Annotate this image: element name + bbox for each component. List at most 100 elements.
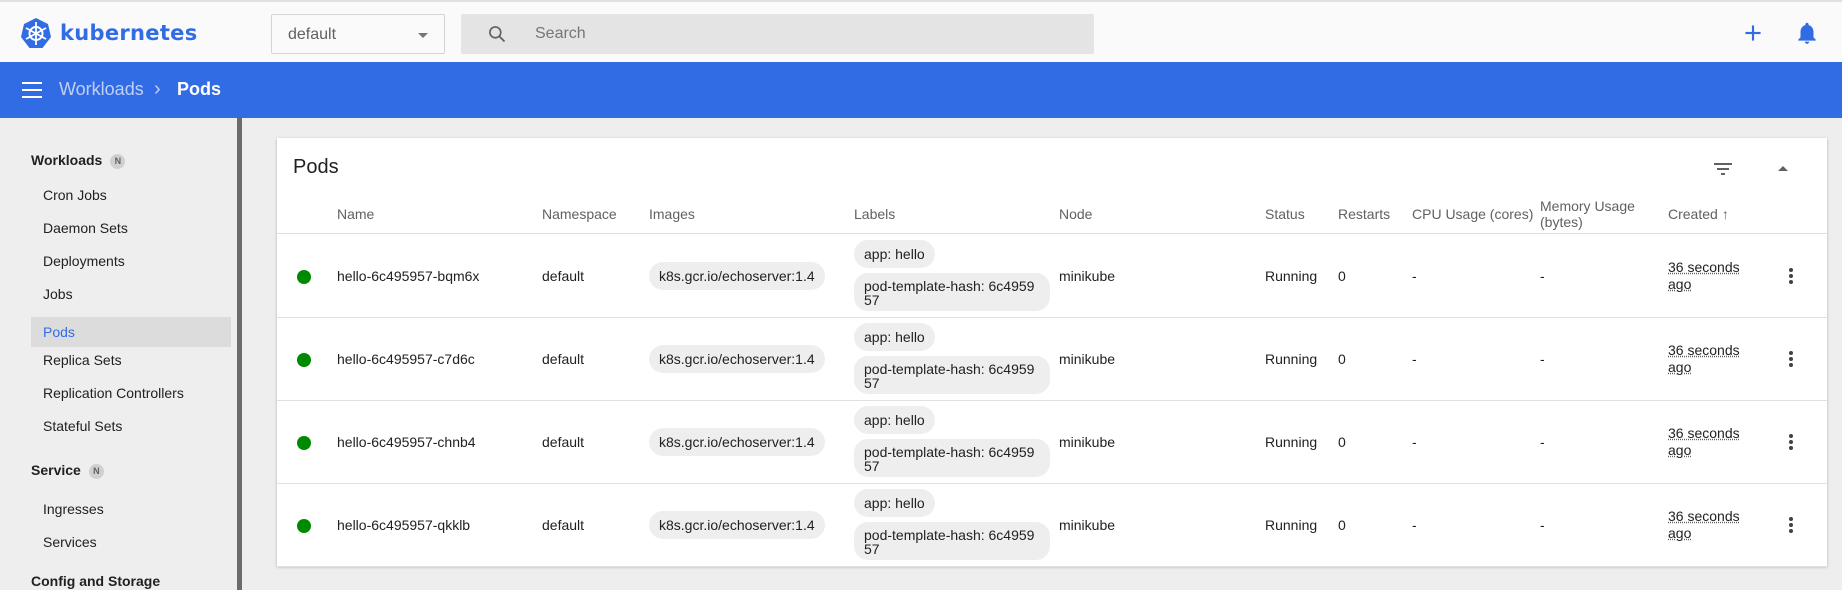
- image-chip: k8s.gcr.io/echoserver:1.4: [649, 511, 825, 539]
- pod-namespace: default: [542, 268, 585, 284]
- column-header-status: Status: [1265, 206, 1305, 222]
- add-icon[interactable]: [1740, 20, 1766, 46]
- pod-created: 36 seconds ago: [1668, 259, 1740, 293]
- table-row: hello-6c495957-chnb4 default k8s.gcr.io/…: [277, 401, 1827, 484]
- column-header-restarts: Restarts: [1338, 206, 1391, 222]
- pod-created-line1: 36 seconds: [1668, 508, 1740, 524]
- pod-created: 36 seconds ago: [1668, 508, 1740, 542]
- image-chip: k8s.gcr.io/echoserver:1.4: [649, 262, 825, 290]
- pod-name-link[interactable]: hello-6c495957-bqm6x: [337, 268, 479, 284]
- more-vert-icon[interactable]: [1781, 266, 1801, 286]
- label-chip: pod-template-hash: 6c4959 57: [854, 522, 1050, 560]
- more-vert-icon[interactable]: [1781, 432, 1801, 452]
- nav-bar: Workloads › Pods: [0, 62, 1842, 118]
- kubernetes-logo[interactable]: kubernetes: [20, 17, 198, 49]
- top-bar: kubernetes default: [0, 0, 1842, 62]
- pod-memory: -: [1540, 517, 1545, 533]
- sidebar: Workloads N Cron Jobs Daemon Sets Deploym…: [0, 118, 240, 590]
- pod-name-link[interactable]: hello-6c495957-c7d6c: [337, 351, 475, 367]
- brand-name: kubernetes: [60, 21, 198, 45]
- sidebar-item-daemon-sets[interactable]: Daemon Sets: [31, 213, 231, 243]
- breadcrumb-workloads[interactable]: Workloads: [59, 79, 144, 100]
- pod-cpu: -: [1412, 268, 1417, 284]
- pod-created: 36 seconds ago: [1668, 342, 1740, 376]
- search-input[interactable]: [535, 14, 1075, 54]
- image-chip: k8s.gcr.io/echoserver:1.4: [649, 428, 825, 456]
- kubernetes-helm-icon: [21, 18, 51, 48]
- pod-cpu: -: [1412, 517, 1417, 533]
- column-header-created[interactable]: Created ↑: [1668, 206, 1729, 222]
- pod-node: minikube: [1059, 268, 1116, 284]
- table-header: Name Namespace Images Labels Node Status…: [277, 194, 1827, 234]
- label-chip: app: hello: [854, 240, 935, 268]
- bell-icon[interactable]: [1794, 20, 1820, 46]
- label-chip-line2: 57: [864, 292, 880, 308]
- running-status-icon: [297, 353, 311, 367]
- column-header-labels: Labels: [854, 206, 896, 222]
- sidebar-scrollbar[interactable]: [237, 118, 242, 590]
- pod-node: minikube: [1059, 517, 1116, 533]
- namespaced-badge: N: [110, 153, 126, 169]
- sidebar-item-stateful-sets[interactable]: Stateful Sets: [31, 411, 231, 441]
- pod-created-line2: ago: [1668, 525, 1692, 541]
- pod-created-line1: 36 seconds: [1668, 259, 1740, 275]
- more-vert-icon[interactable]: [1781, 349, 1801, 369]
- pod-cpu: -: [1412, 434, 1417, 450]
- table-row: hello-6c495957-bqm6x default k8s.gcr.io/…: [277, 235, 1827, 318]
- pod-restarts: 0: [1338, 268, 1346, 284]
- pod-restarts: 0: [1338, 351, 1346, 367]
- sidebar-section-label: Workloads: [31, 152, 103, 168]
- sidebar-item-jobs[interactable]: Jobs: [31, 279, 231, 309]
- chevron-down-icon: [418, 33, 428, 38]
- column-header-images: Images: [649, 206, 695, 222]
- sidebar-item-deployments[interactable]: Deployments: [31, 246, 231, 276]
- more-vert-icon[interactable]: [1781, 515, 1801, 535]
- sidebar-item-cron-jobs[interactable]: Cron Jobs: [31, 180, 231, 210]
- column-header-created-label: Created: [1668, 206, 1718, 222]
- sidebar-section-config-storage[interactable]: Config and Storage: [31, 573, 160, 589]
- running-status-icon: [297, 436, 311, 450]
- column-header-name[interactable]: Name: [337, 206, 374, 222]
- search-bar[interactable]: [461, 14, 1094, 54]
- collapse-icon[interactable]: [1771, 157, 1795, 181]
- label-chip: pod-template-hash: 6c4959 57: [854, 273, 1050, 311]
- pod-restarts: 0: [1338, 434, 1346, 450]
- pod-name-link[interactable]: hello-6c495957-chnb4: [337, 434, 476, 450]
- sidebar-section-workloads[interactable]: Workloads N: [31, 152, 126, 169]
- sidebar-item-ingresses[interactable]: Ingresses: [31, 494, 231, 524]
- card-title: Pods: [293, 156, 339, 178]
- pod-name-link[interactable]: hello-6c495957-qkklb: [337, 517, 470, 533]
- column-header-memory-line2: (bytes): [1540, 214, 1583, 230]
- namespace-select[interactable]: default: [271, 14, 445, 54]
- search-icon: [489, 26, 506, 43]
- namespace-value: default: [288, 26, 337, 43]
- pod-created-line2: ago: [1668, 442, 1692, 458]
- chevron-right-icon: ›: [154, 78, 161, 100]
- menu-icon[interactable]: [22, 82, 42, 98]
- sidebar-item-services[interactable]: Services: [31, 527, 231, 557]
- label-chip-line2: 57: [864, 375, 880, 391]
- label-chip: app: hello: [854, 323, 935, 351]
- pod-created: 36 seconds ago: [1668, 425, 1740, 459]
- column-header-memory-line1: Memory Usage: [1540, 198, 1635, 214]
- column-header-cpu: CPU Usage (cores): [1412, 206, 1534, 222]
- pod-node: minikube: [1059, 351, 1116, 367]
- pod-namespace: default: [542, 517, 585, 533]
- pod-memory: -: [1540, 351, 1545, 367]
- column-header-node: Node: [1059, 206, 1093, 222]
- label-chip-line1: pod-template-hash: 6c4959: [864, 278, 1035, 294]
- column-header-namespace[interactable]: Namespace: [542, 206, 617, 222]
- pod-created-line2: ago: [1668, 359, 1692, 375]
- label-chip-line2: 57: [864, 541, 880, 557]
- sidebar-item-replication-controllers[interactable]: Replication Controllers: [31, 378, 231, 408]
- running-status-icon: [297, 519, 311, 533]
- image-chip: k8s.gcr.io/echoserver:1.4: [649, 345, 825, 373]
- pod-restarts: 0: [1338, 517, 1346, 533]
- sort-arrow-icon: ↑: [1721, 206, 1729, 222]
- label-chip-line1: pod-template-hash: 6c4959: [864, 444, 1035, 460]
- sidebar-item-replica-sets[interactable]: Replica Sets: [31, 345, 231, 375]
- filter-icon[interactable]: [1711, 157, 1735, 181]
- sidebar-section-service[interactable]: Service N: [31, 462, 104, 479]
- pod-status: Running: [1265, 517, 1318, 533]
- sidebar-item-pods[interactable]: Pods: [31, 317, 231, 347]
